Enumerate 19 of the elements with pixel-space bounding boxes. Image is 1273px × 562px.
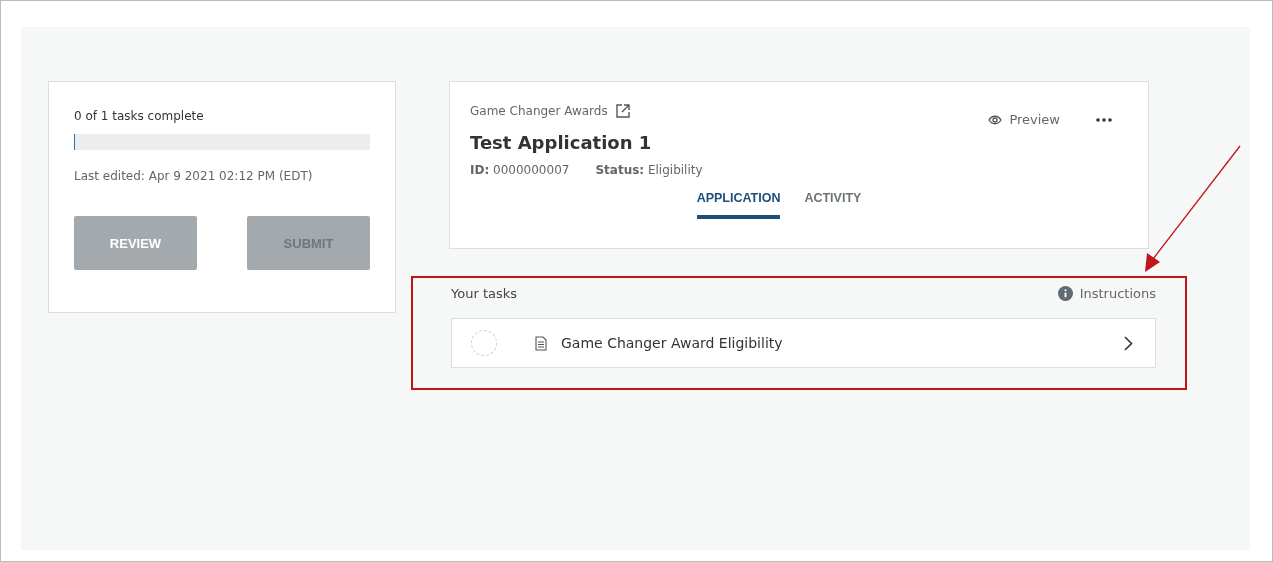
instructions-link[interactable]: Instructions: [1057, 286, 1156, 301]
tasks-heading: Your tasks: [451, 286, 518, 301]
tab[interactable]: APPLICATION: [696, 191, 781, 219]
program-name: Game Changer Awards: [470, 104, 608, 118]
application-status: Status: Eligibility: [595, 163, 703, 177]
more-options-icon[interactable]: [1096, 117, 1112, 122]
eye-icon: [988, 114, 1003, 125]
chevron-right-icon: [1124, 335, 1133, 351]
document-icon: [535, 335, 547, 351]
application-title: Test Application 1: [470, 132, 653, 153]
last-edited-text: Last edited: Apr 9 2021 02:12 PM (EDT): [74, 169, 314, 183]
tab[interactable]: ACTIVITY: [804, 191, 862, 219]
application-id: ID: 0000000007: [470, 163, 570, 177]
external-link-icon[interactable]: [615, 104, 630, 118]
task-row[interactable]: Game Changer Award Eligibility: [451, 318, 1156, 368]
preview-link[interactable]: Preview: [988, 112, 1060, 127]
tasks-complete-label: 0 of 1 tasks complete: [74, 109, 205, 123]
info-icon: [1057, 286, 1073, 301]
task-label: Game Changer Award Eligibility: [561, 335, 784, 351]
